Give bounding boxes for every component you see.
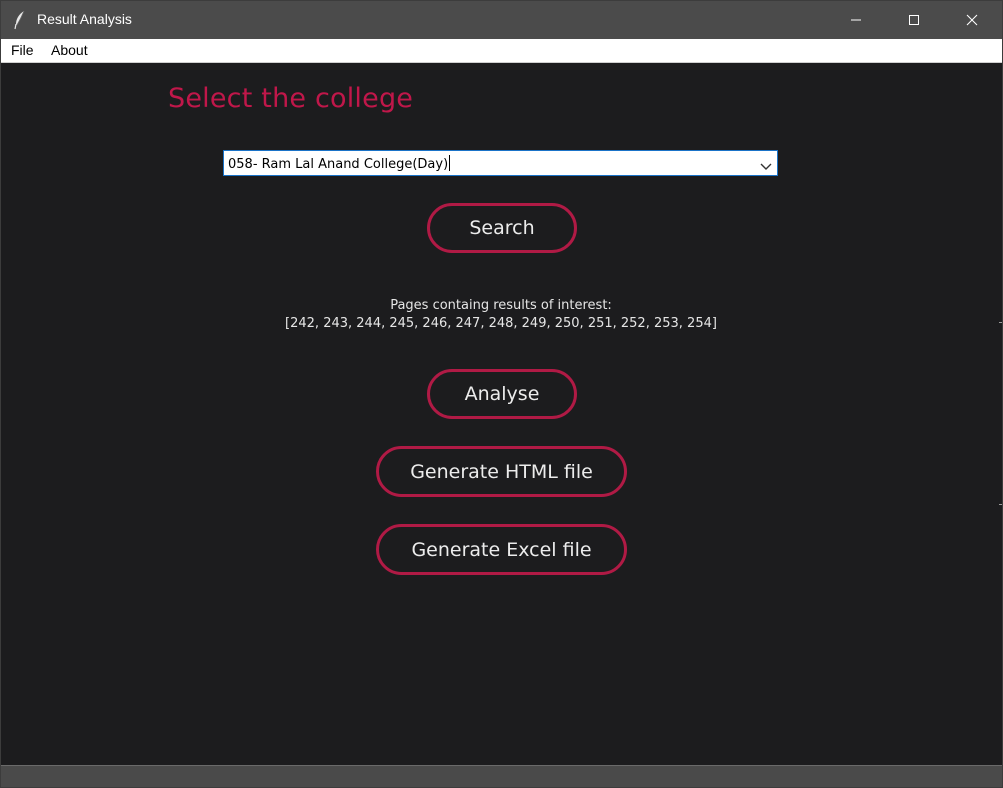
minimize-icon	[850, 11, 862, 30]
app-window: Result Analysis File About Select the co…	[0, 0, 1003, 788]
text-cursor	[449, 155, 451, 171]
feather-icon	[13, 10, 27, 30]
menu-bar: File About	[1, 39, 1002, 63]
page-title: Select the college	[168, 83, 414, 114]
college-select-value[interactable]: 058- Ram Lal Anand College(Day)	[228, 155, 451, 172]
generate-html-button[interactable]: Generate HTML file	[376, 446, 627, 497]
close-button[interactable]	[943, 1, 1001, 39]
edge-mark	[999, 322, 1002, 323]
menu-about[interactable]: About	[51, 42, 88, 58]
generate-excel-button[interactable]: Generate Excel file	[376, 524, 627, 575]
analyse-button[interactable]: Analyse	[427, 369, 577, 419]
main-content: Select the college 058- Ram Lal Anand Co…	[1, 63, 1002, 765]
search-button[interactable]: Search	[427, 203, 577, 253]
pages-info: Pages containg results of interest: [242…	[201, 297, 801, 333]
college-select[interactable]: 058- Ram Lal Anand College(Day)	[223, 150, 778, 176]
pages-info-label: Pages containg results of interest:	[390, 298, 612, 313]
title-bar[interactable]: Result Analysis	[1, 1, 1002, 39]
minimize-button[interactable]	[827, 1, 885, 39]
chevron-down-icon[interactable]	[759, 157, 773, 170]
maximize-button[interactable]	[885, 1, 943, 39]
window-title: Result Analysis	[37, 11, 132, 27]
status-bar	[1, 765, 1002, 787]
edge-mark	[999, 504, 1002, 505]
menu-file[interactable]: File	[11, 42, 34, 58]
maximize-icon	[908, 11, 920, 30]
close-icon	[966, 11, 978, 30]
pages-info-list: [242, 243, 244, 245, 246, 247, 248, 249,…	[285, 316, 717, 331]
